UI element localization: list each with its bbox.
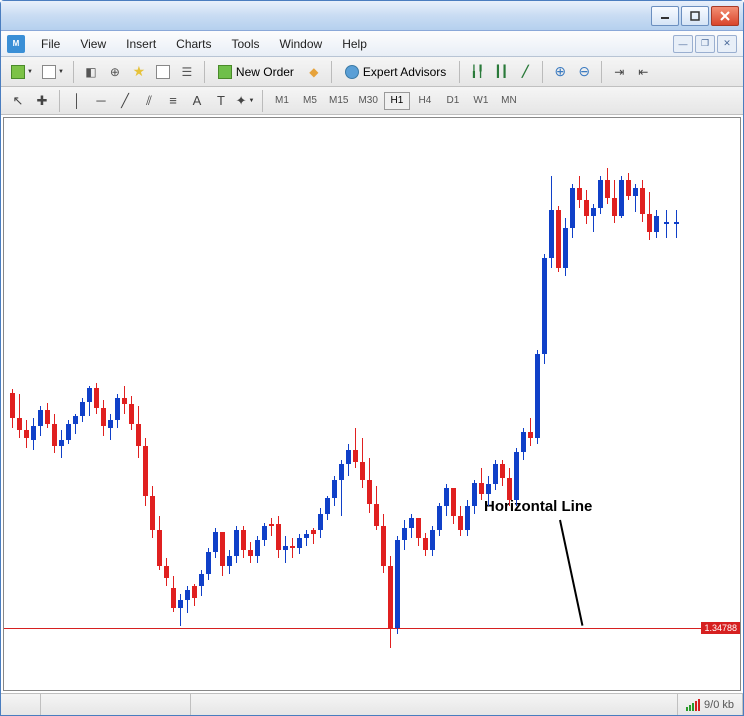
tf-m15[interactable]: M15: [325, 92, 352, 110]
fib-icon: ≡: [169, 93, 177, 108]
menu-window[interactable]: Window: [270, 34, 333, 54]
chart-area[interactable]: 1.34788 Horizontal Line: [3, 117, 741, 691]
menu-view[interactable]: View: [70, 34, 116, 54]
expert-icon: [345, 65, 359, 79]
textlabel-tool[interactable]: T: [210, 91, 232, 111]
chart-shift-button[interactable]: ⇤: [632, 61, 654, 83]
crosshair-tool[interactable]: ✚: [31, 91, 53, 111]
expert-advisors-button[interactable]: Expert Advisors: [338, 61, 453, 83]
tf-m1[interactable]: M1: [269, 92, 295, 110]
cursor-icon: ↖: [13, 93, 24, 109]
vline-icon: │: [73, 93, 81, 108]
data-window-button[interactable]: [152, 61, 174, 83]
bars-icon: ╽╿: [471, 65, 484, 78]
horizontal-line-tool[interactable]: ─: [90, 91, 112, 111]
channel-icon: ⫽: [146, 93, 152, 109]
chart-candles-button[interactable]: ┃┃: [490, 61, 512, 83]
vertical-line-tool[interactable]: │: [66, 91, 88, 111]
tf-h1[interactable]: H1: [384, 92, 410, 110]
trendline-icon: ╱: [121, 93, 129, 109]
zoom-in-icon: ⊕: [554, 63, 566, 80]
star-icon: ★: [133, 63, 146, 80]
target-icon: ⊕: [110, 65, 120, 79]
list-icon: ☰: [182, 65, 193, 79]
status-cell-1: [1, 694, 41, 715]
annotation-pointer: [559, 520, 583, 626]
zoom-out-button[interactable]: ⊖: [573, 61, 595, 83]
cursor-tool[interactable]: ↖: [7, 91, 29, 111]
toolbar-secondary: ↖ ✚ │ ─ ╱ ⫽ ≡ A T ✦▼ M1 M5 M15 M30 H1 H4…: [1, 87, 743, 115]
textlabel-icon: T: [217, 93, 225, 108]
zoom-out-icon: ⊖: [578, 63, 590, 80]
trendline-tool[interactable]: ╱: [114, 91, 136, 111]
text-icon: A: [193, 93, 202, 108]
horizontal-line[interactable]: [4, 628, 740, 629]
channel-tool[interactable]: ⫽: [138, 91, 160, 111]
chart-bars-button[interactable]: ╽╿: [466, 61, 488, 83]
page-icon: [156, 65, 170, 79]
window-icon: ◧: [85, 65, 96, 79]
new-chart-button[interactable]: ▼: [7, 61, 36, 83]
new-order-label: New Order: [236, 65, 294, 79]
app-icon: M: [7, 35, 25, 53]
shift-icon: ⇤: [638, 65, 648, 79]
statusbar: 9/0 kb: [1, 693, 743, 715]
connection-status[interactable]: 9/0 kb: [678, 694, 743, 715]
menu-insert[interactable]: Insert: [116, 34, 166, 54]
menu-help[interactable]: Help: [332, 34, 377, 54]
new-order-button[interactable]: New Order: [211, 61, 301, 83]
connection-bars-icon: [686, 699, 700, 711]
diamond-icon: ◆: [309, 65, 318, 79]
status-cell-2: [41, 694, 191, 715]
mdi-close-button[interactable]: ✕: [717, 35, 737, 53]
window-maximize-button[interactable]: [681, 6, 709, 26]
plus-icon: [11, 65, 25, 79]
terminal-button[interactable]: ★: [128, 61, 150, 83]
fibonacci-tool[interactable]: ≡: [162, 91, 184, 111]
titlebar: [1, 1, 743, 31]
text-tool[interactable]: A: [186, 91, 208, 111]
status-spacer: [191, 694, 678, 715]
annotation-text: Horizontal Line: [484, 498, 592, 515]
toolbar-primary: ▼ ▼ ◧ ⊕ ★ ☰ New Order ◆ Expert Advisors …: [1, 57, 743, 87]
order-icon: [218, 65, 232, 79]
metaeditor-button[interactable]: ◆: [303, 61, 325, 83]
market-watch-button[interactable]: ◧: [80, 61, 102, 83]
window-minimize-button[interactable]: [651, 6, 679, 26]
hline-icon: ─: [96, 93, 105, 108]
candles-icon: ┃┃: [495, 65, 508, 78]
tf-m5[interactable]: M5: [297, 92, 323, 110]
connection-label: 9/0 kb: [704, 699, 734, 711]
menubar: M File View Insert Charts Tools Window H…: [1, 31, 743, 57]
tf-mn[interactable]: MN: [496, 92, 522, 110]
autoscroll-button[interactable]: ⇥: [608, 61, 630, 83]
mdi-restore-button[interactable]: ❐: [695, 35, 715, 53]
document-icon: [42, 65, 56, 79]
arrows-tool[interactable]: ✦▼: [234, 91, 256, 111]
tf-w1[interactable]: W1: [468, 92, 494, 110]
zoom-in-button[interactable]: ⊕: [549, 61, 571, 83]
tf-m30[interactable]: M30: [354, 92, 381, 110]
line-icon: ╱: [522, 65, 529, 78]
arrows-icon: ✦: [236, 93, 247, 109]
expert-advisors-label: Expert Advisors: [363, 65, 446, 79]
mdi-minimize-button[interactable]: —: [673, 35, 693, 53]
strategy-tester-button[interactable]: ☰: [176, 61, 198, 83]
chart-line-button[interactable]: ╱: [514, 61, 536, 83]
window-close-button[interactable]: [711, 6, 739, 26]
tf-d1[interactable]: D1: [440, 92, 466, 110]
profiles-button[interactable]: ▼: [38, 61, 67, 83]
menu-charts[interactable]: Charts: [166, 34, 221, 54]
horizontal-line-price: 1.34788: [701, 622, 740, 634]
menu-file[interactable]: File: [31, 34, 70, 54]
tf-h4[interactable]: H4: [412, 92, 438, 110]
crosshair-icon: ✚: [37, 93, 48, 109]
app-window: M File View Insert Charts Tools Window H…: [0, 0, 744, 716]
autoscroll-icon: ⇥: [614, 65, 624, 79]
navigator-button[interactable]: ⊕: [104, 61, 126, 83]
menu-tools[interactable]: Tools: [222, 34, 270, 54]
